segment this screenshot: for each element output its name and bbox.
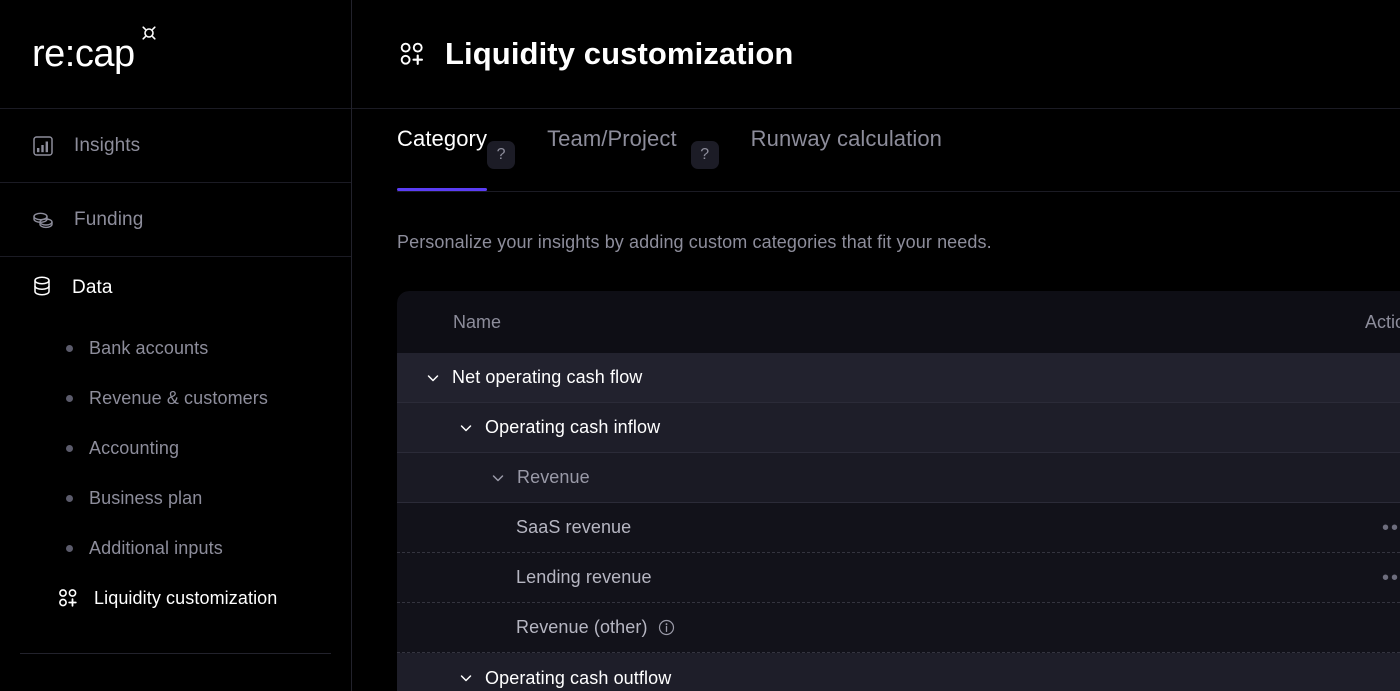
row-label: Net operating cash flow [452, 367, 643, 387]
row-label: Operating cash inflow [485, 417, 661, 437]
sidebar-item-liquidity-customization[interactable]: Liquidity customization [0, 573, 351, 623]
sidebar: re:cap Insights Funding Data Bank accoun… [0, 0, 352, 691]
row-name: Revenue (other) [516, 617, 675, 638]
row-label: Operating cash outflow [485, 667, 672, 688]
row-name: Operating cash outflow [457, 668, 671, 689]
sidebar-subitem-label: Liquidity customization [94, 587, 278, 608]
row-name: Net operating cash flow [424, 367, 642, 388]
nav-section-insights: Insights [0, 109, 351, 183]
tab-label: Team/Project [547, 126, 677, 151]
sidebar-item-label: Funding [74, 208, 144, 230]
app-root: re:cap Insights Funding Data Bank accoun… [0, 0, 1400, 691]
help-icon-category[interactable]: ? [487, 141, 516, 169]
liquidity-customization-icon [56, 586, 80, 610]
table-row[interactable]: Net operating cash flow [397, 353, 1400, 403]
row-actions-button[interactable]: ••• [1382, 518, 1400, 538]
tab-label: Category [397, 126, 488, 151]
sidebar-divider [20, 653, 331, 654]
brand-wordmark: re:cap [32, 26, 156, 75]
brand-mark-icon [142, 26, 156, 40]
table-row[interactable]: Operating cash inflow [397, 403, 1400, 453]
bullet-icon [66, 494, 73, 502]
row-label: Revenue [517, 467, 590, 487]
sidebar-nav: Insights Funding Data Bank accounts Reve… [0, 109, 351, 623]
sidebar-item-label: Data [72, 277, 113, 298]
liquidity-customization-icon [397, 39, 427, 69]
tab-label: Runway calculation [750, 126, 943, 151]
column-header-name: Name [453, 311, 502, 332]
sidebar-item-insights[interactable]: Insights [0, 109, 351, 182]
nav-section-funding: Funding [0, 183, 351, 257]
row-label: Revenue (other) [516, 617, 648, 637]
table-header-row: Name Action [397, 291, 1400, 353]
sidebar-item-funding[interactable]: Funding [0, 183, 351, 256]
tab-category[interactable]: Category [397, 109, 488, 191]
chevron-down-icon[interactable] [424, 369, 442, 387]
insights-chart-icon [30, 133, 56, 159]
brand-logo[interactable]: re:cap [0, 0, 351, 109]
row-name: Revenue [489, 467, 590, 488]
tab-list: Category ? Team/Project ? Runway calcula… [397, 109, 1400, 191]
column-header-action: Action [1365, 311, 1400, 332]
row-name: Operating cash inflow [457, 417, 660, 438]
bullet-icon [66, 544, 73, 552]
nav-section-data: Data Bank accounts Revenue & customers A… [0, 257, 351, 623]
sidebar-item-additional-inputs[interactable]: Additional inputs [0, 523, 351, 573]
page-header: Liquidity customization [352, 0, 1400, 109]
sidebar-item-business-plan[interactable]: Business plan [0, 473, 351, 523]
sidebar-subitem-label: Revenue & customers [89, 387, 268, 408]
help-icon-team-project[interactable]: ? [690, 141, 719, 169]
page-title: Liquidity customization [445, 36, 794, 71]
tab-runway-calculation[interactable]: Runway calculation [751, 109, 942, 191]
chevron-down-icon[interactable] [457, 419, 475, 437]
sidebar-subitem-label: Business plan [89, 487, 203, 508]
table-row[interactable]: Revenue (other) [397, 603, 1400, 653]
row-label: SaaS revenue [516, 517, 632, 537]
sidebar-subitem-label: Additional inputs [89, 537, 223, 558]
tabs-container: Category ? Team/Project ? Runway calcula… [352, 109, 1400, 192]
sidebar-item-bank-accounts[interactable]: Bank accounts [0, 323, 351, 373]
chevron-down-icon[interactable] [489, 469, 507, 487]
tab-team-project[interactable]: Team/Project [547, 109, 677, 191]
row-label: Lending revenue [516, 567, 652, 587]
categories-table: Name Action Net operating cash flow Oper… [397, 291, 1400, 691]
coins-icon [30, 207, 56, 233]
database-icon [30, 274, 54, 303]
sidebar-subnav-data: Bank accounts Revenue & customers Accoun… [0, 319, 351, 623]
sidebar-subitem-label: Accounting [89, 437, 180, 458]
page-description: Personalize your insights by adding cust… [397, 232, 992, 252]
bullet-icon [66, 394, 73, 402]
sidebar-subitem-label: Bank accounts [89, 337, 209, 358]
active-tab-indicator [397, 188, 488, 191]
sidebar-item-label: Insights [74, 134, 141, 156]
info-icon[interactable] [658, 619, 675, 636]
row-actions-button[interactable]: ••• [1382, 568, 1400, 588]
tabs-divider [397, 191, 1400, 192]
table-row[interactable]: SaaS revenue ••• [397, 503, 1400, 553]
brand-name: re:cap [32, 33, 135, 75]
chevron-down-icon[interactable] [457, 669, 475, 687]
sidebar-item-accounting[interactable]: Accounting [0, 423, 351, 473]
row-name: SaaS revenue [516, 517, 631, 538]
table-row[interactable]: Operating cash outflow [397, 653, 1400, 691]
row-name: Lending revenue [516, 567, 652, 588]
sidebar-item-revenue-customers[interactable]: Revenue & customers [0, 373, 351, 423]
bullet-icon [66, 344, 73, 352]
sidebar-item-data[interactable]: Data [0, 257, 351, 319]
bullet-icon [66, 444, 73, 452]
table-row[interactable]: Revenue [397, 453, 1400, 503]
main-content: Liquidity customization Category ? Team/… [352, 0, 1400, 691]
table-row[interactable]: Lending revenue ••• [397, 553, 1400, 603]
